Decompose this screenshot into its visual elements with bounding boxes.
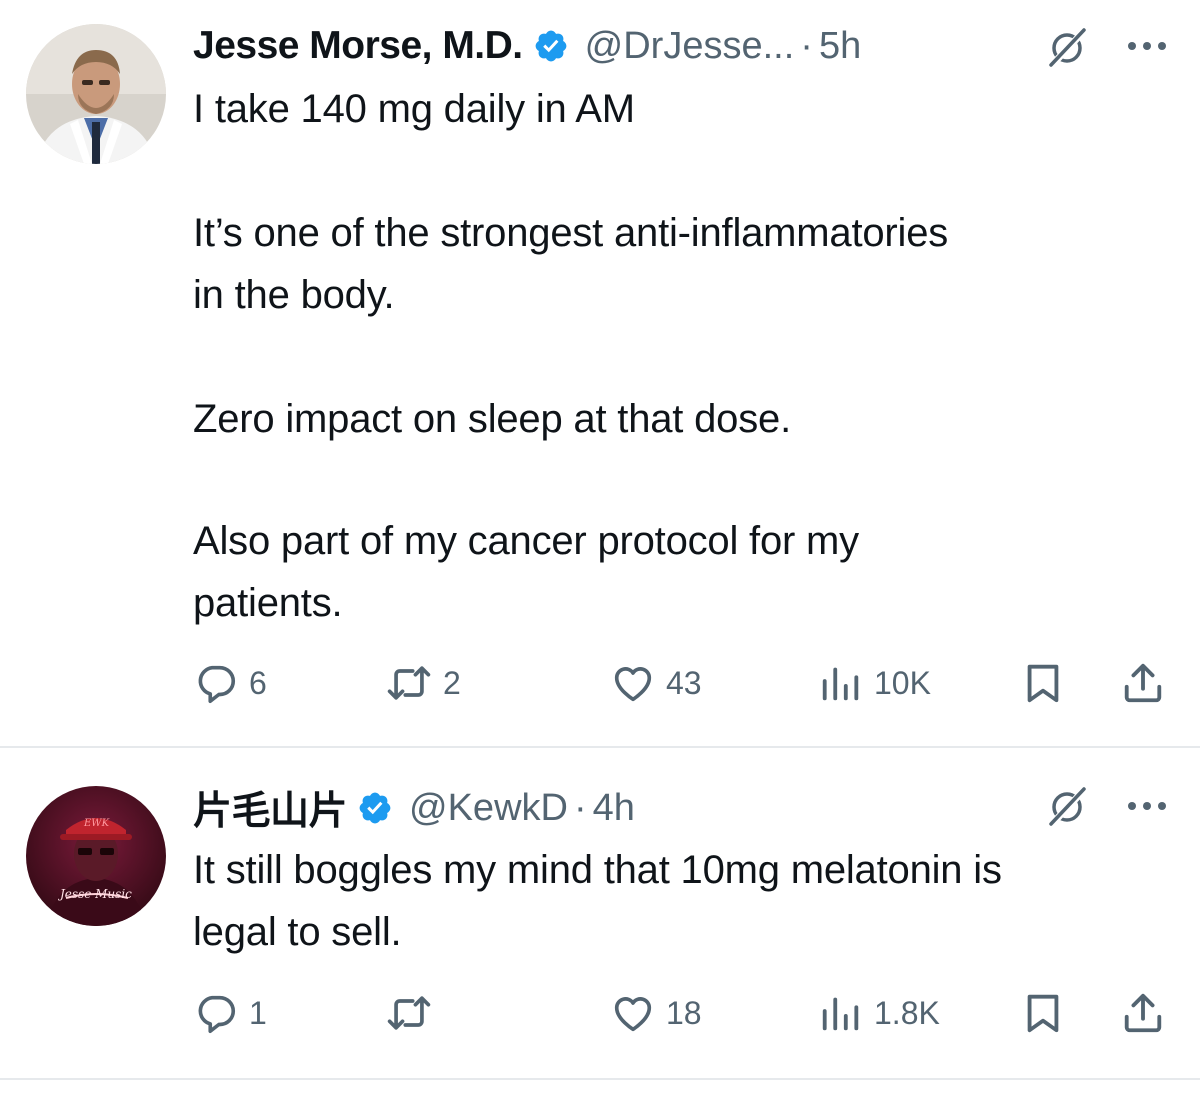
reply-count: 6 xyxy=(249,664,267,701)
author-name[interactable]: Jesse Morse, M.D. xyxy=(193,24,523,68)
svg-text:Jesse Music: Jesse Music xyxy=(57,887,132,901)
reply-button[interactable]: 1 xyxy=(193,988,267,1038)
grok-icon[interactable] xyxy=(1045,784,1089,828)
timestamp[interactable]: 5h xyxy=(819,25,861,68)
tweet-line: patients. xyxy=(193,581,343,625)
dot-separator: · xyxy=(800,24,813,67)
more-icon[interactable] xyxy=(1125,796,1169,816)
share-icon[interactable] xyxy=(1120,660,1166,706)
tweet-2[interactable]: EWK Jesse Music 片毛山片 @KewkD · 4h It stil… xyxy=(0,748,1200,1080)
avatar[interactable]: EWK Jesse Music xyxy=(26,786,166,926)
author-name[interactable]: 片毛山片 xyxy=(193,780,348,836)
like-button[interactable]: 43 xyxy=(610,658,702,708)
bookmark-icon[interactable] xyxy=(1020,990,1066,1036)
bookmark-icon[interactable] xyxy=(1020,660,1066,706)
verified-badge-icon xyxy=(359,792,391,824)
tweet-line: I take 140 mg daily in AM xyxy=(193,87,635,131)
views-button[interactable]: 10K xyxy=(818,658,931,708)
repost-count: 2 xyxy=(443,664,461,701)
views-count: 10K xyxy=(874,664,931,701)
music-avatar-image: EWK Jesse Music xyxy=(26,786,166,926)
like-icon xyxy=(614,667,652,702)
reply-icon xyxy=(198,665,236,704)
tweet-line: Also part of my cancer protocol for my xyxy=(193,519,859,563)
more-icon[interactable] xyxy=(1125,36,1169,56)
svg-text:EWK: EWK xyxy=(83,818,110,829)
views-icon xyxy=(822,667,859,701)
author-handle[interactable]: @KewkD xyxy=(409,787,568,830)
action-bar: 1 18 1.8K xyxy=(0,988,1200,1038)
tweet-line: It’s one of the strongest anti-inflammat… xyxy=(193,211,949,255)
views-button[interactable]: 1.8K xyxy=(818,988,940,1038)
tweet-line: It still boggles my mind that 10mg melat… xyxy=(193,848,1002,892)
repost-button[interactable]: 2 xyxy=(385,658,461,708)
reply-count: 1 xyxy=(249,994,267,1031)
tweet-line: legal to sell. xyxy=(193,910,402,954)
avatar[interactable] xyxy=(26,24,166,164)
share-icon[interactable] xyxy=(1120,990,1166,1036)
doctor-avatar-image xyxy=(26,24,166,164)
grok-icon[interactable] xyxy=(1045,25,1089,69)
views-count: 1.8K xyxy=(874,994,940,1031)
reply-button[interactable]: 6 xyxy=(193,658,267,708)
verified-badge-icon xyxy=(535,30,567,62)
tweet-1[interactable]: Jesse Morse, M.D. @DrJesse... · 5h I tak… xyxy=(0,0,1200,748)
tweet-line: Zero impact on sleep at that dose. xyxy=(193,397,791,441)
action-bar: 6 2 43 10K xyxy=(0,658,1200,708)
repost-button[interactable] xyxy=(385,988,443,1038)
reply-icon xyxy=(198,995,236,1034)
author-handle[interactable]: @DrJesse... xyxy=(585,25,795,68)
like-count: 43 xyxy=(666,664,702,701)
like-button[interactable]: 18 xyxy=(610,988,702,1038)
tweet-line: in the body. xyxy=(193,273,395,317)
dot-separator: · xyxy=(573,786,587,829)
timestamp[interactable]: 4h xyxy=(593,787,635,830)
tweet-divider xyxy=(0,1078,1200,1080)
like-icon xyxy=(614,997,652,1032)
repost-icon xyxy=(387,666,431,700)
repost-icon xyxy=(387,996,431,1030)
like-count: 18 xyxy=(666,994,702,1031)
views-icon xyxy=(822,997,859,1031)
